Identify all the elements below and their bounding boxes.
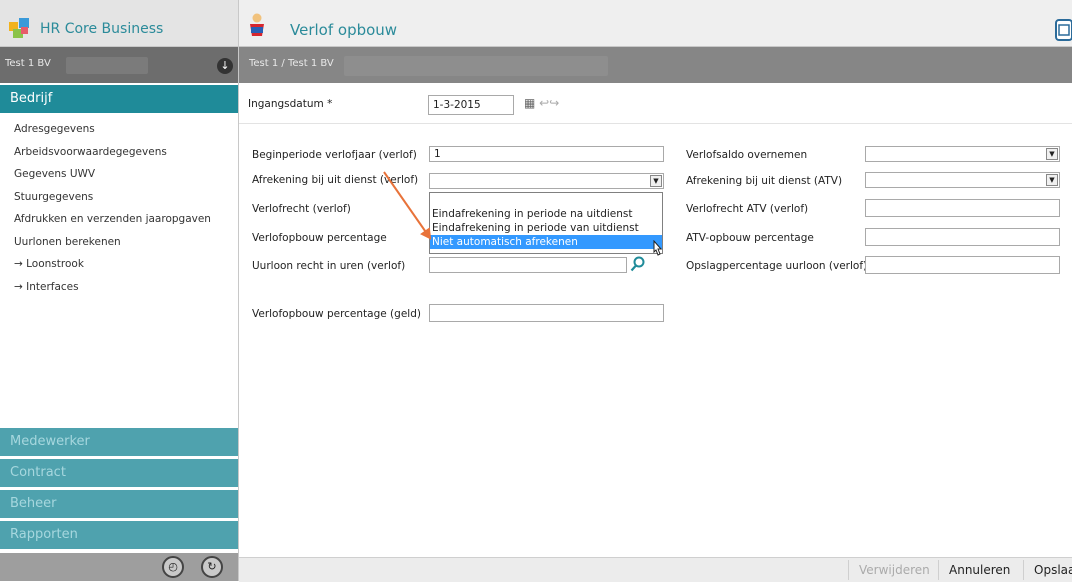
cancel-button[interactable]: Annuleren bbox=[938, 560, 1020, 580]
company-name: Test 1 BV bbox=[5, 58, 51, 69]
form-separator bbox=[239, 123, 1072, 124]
arrow-down-circle-icon[interactable]: ↓ bbox=[217, 58, 233, 74]
sidebar-item-loonstrook[interactable]: → Loonstrook bbox=[14, 253, 234, 276]
atv-opbouw-pct-input[interactable] bbox=[865, 228, 1060, 246]
sidebar-section-beheer[interactable]: Beheer bbox=[0, 490, 238, 518]
company-selector-field[interactable] bbox=[66, 57, 148, 74]
user-cycle-icon[interactable]: ↻ bbox=[201, 556, 223, 578]
saldo-overnemen-select[interactable]: ▼ bbox=[865, 146, 1060, 162]
sidebar-item-uurlonen[interactable]: Uurlonen berekenen bbox=[14, 231, 234, 254]
person-reading-icon bbox=[246, 12, 268, 38]
sidebar-item-adresgegevens[interactable]: Adresgegevens bbox=[14, 118, 234, 141]
verlofrecht-atv-input[interactable] bbox=[865, 199, 1060, 217]
search-icon[interactable] bbox=[630, 256, 646, 272]
uurloon-recht-input[interactable] bbox=[429, 257, 627, 273]
chevron-down-icon[interactable]: ▼ bbox=[1046, 174, 1058, 186]
ingangsdatum-input[interactable]: 1-3-2015 bbox=[428, 95, 514, 115]
sidebar-item-jaaropgaven[interactable]: Afdrukken en verzenden jaaropgaven bbox=[14, 208, 234, 231]
opslag-pct-label: Opslagpercentage uurloon (verlof) bbox=[686, 260, 868, 272]
afrekening-atv-label: Afrekening bij uit dienst (ATV) bbox=[686, 175, 843, 187]
sidebar-section-bedrijf[interactable]: Bedrijf bbox=[0, 85, 238, 113]
opbouw-pct-label: Verlofopbouw percentage bbox=[252, 232, 387, 244]
delete-button[interactable]: Verwijderen bbox=[848, 560, 940, 580]
calendar-icon[interactable]: ▦ bbox=[524, 96, 535, 110]
page-title: Verlof opbouw bbox=[290, 21, 398, 39]
dropdown-option-na-uitdienst[interactable]: Eindafrekening in periode na uitdienst bbox=[430, 207, 662, 221]
sidebar-links: Adresgegevens Arbeidsvoorwaardegegevens … bbox=[14, 118, 234, 298]
undo-icon[interactable]: ↩↪ bbox=[539, 96, 559, 110]
sidebar-item-stuurgegevens[interactable]: Stuurgegevens bbox=[14, 186, 234, 209]
sidebar-section-medewerker[interactable]: Medewerker bbox=[0, 428, 238, 456]
pane-divider bbox=[238, 0, 239, 581]
chevron-down-icon[interactable]: ▼ bbox=[650, 175, 662, 187]
save-button[interactable]: Opslaa bbox=[1023, 560, 1072, 580]
opbouw-pct-geld-label: Verlofopbouw percentage (geld) bbox=[252, 308, 421, 320]
afrekening-select[interactable]: ▼ bbox=[429, 173, 664, 189]
breadcrumb-field bbox=[344, 56, 608, 76]
ingangsdatum-label: Ingangsdatum * bbox=[248, 98, 333, 110]
uurloon-recht-label: Uurloon recht in uren (verlof) bbox=[252, 260, 406, 272]
breadcrumb: Test 1 / Test 1 BV bbox=[249, 58, 334, 69]
opbouw-pct-geld-input[interactable] bbox=[429, 304, 664, 322]
afrekening-dropdown-list: Eindafrekening in periode na uitdienst E… bbox=[429, 192, 663, 254]
sidebar-item-arbeidsvoorwaardegegevens[interactable]: Arbeidsvoorwaardegegevens bbox=[14, 141, 234, 164]
dropdown-option-van-uitdienst[interactable]: Eindafrekening in periode van uitdienst bbox=[430, 221, 662, 235]
atv-opbouw-pct-label: ATV-opbouw percentage bbox=[686, 232, 814, 244]
chevron-down-icon[interactable]: ▼ bbox=[1046, 148, 1058, 160]
verlofrecht-label: Verlofrecht (verlof) bbox=[252, 203, 351, 215]
sidebar-section-contract[interactable]: Contract bbox=[0, 459, 238, 487]
clock-money-icon[interactable]: ◴ bbox=[162, 556, 184, 578]
dropdown-option-niet-automatisch[interactable]: Niet automatisch afrekenen bbox=[430, 235, 662, 249]
app-logo-icon bbox=[9, 18, 29, 38]
verlofrecht-atv-label: Verlofrecht ATV (verlof) bbox=[686, 203, 809, 215]
saldo-overnemen-label: Verlofsaldo overnemen bbox=[686, 149, 808, 161]
sidebar-item-gegevens-uwv[interactable]: Gegevens UWV bbox=[14, 163, 234, 186]
afrekening-atv-select[interactable]: ▼ bbox=[865, 172, 1060, 188]
sidebar-item-interfaces[interactable]: → Interfaces bbox=[14, 276, 234, 299]
mouse-cursor-icon bbox=[650, 239, 664, 258]
opslag-pct-input[interactable] bbox=[865, 256, 1060, 274]
calendar-icon[interactable] bbox=[1055, 18, 1072, 42]
sidebar-section-rapporten[interactable]: Rapporten bbox=[0, 521, 238, 549]
beginperiode-label: Beginperiode verlofjaar (verlof) bbox=[252, 149, 417, 161]
annotation-arrow bbox=[380, 168, 440, 248]
beginperiode-input[interactable]: 1 bbox=[429, 146, 664, 162]
date-picker-icons: ▦ ↩↪ bbox=[524, 96, 559, 110]
app-title: HR Core Business bbox=[40, 21, 164, 37]
